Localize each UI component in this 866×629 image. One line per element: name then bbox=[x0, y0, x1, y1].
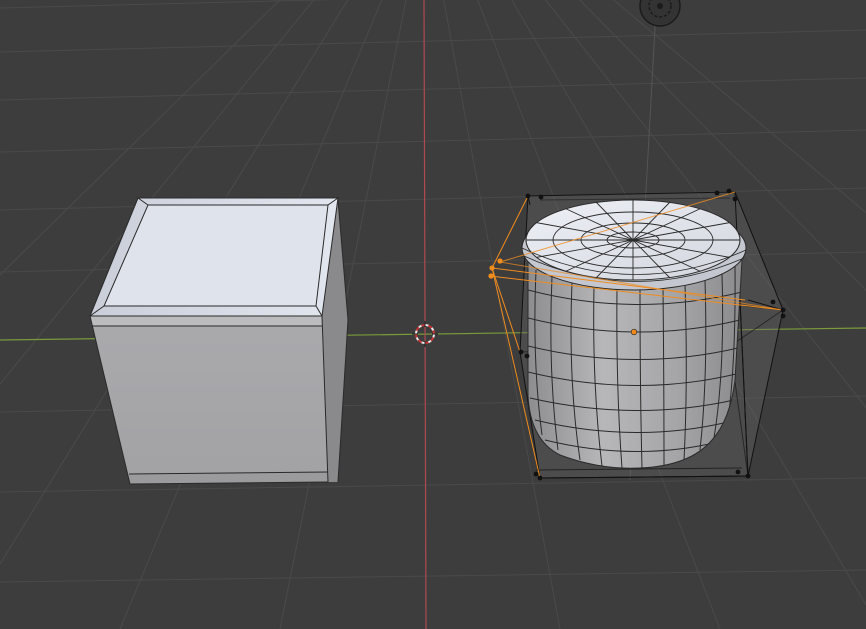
3d-viewport[interactable] bbox=[0, 0, 866, 629]
cube-front-face bbox=[90, 316, 328, 484]
beveled-cube[interactable] bbox=[89, 197, 349, 485]
cube-front-bevel bbox=[90, 316, 322, 326]
object-origin-icon[interactable] bbox=[630, 328, 638, 336]
